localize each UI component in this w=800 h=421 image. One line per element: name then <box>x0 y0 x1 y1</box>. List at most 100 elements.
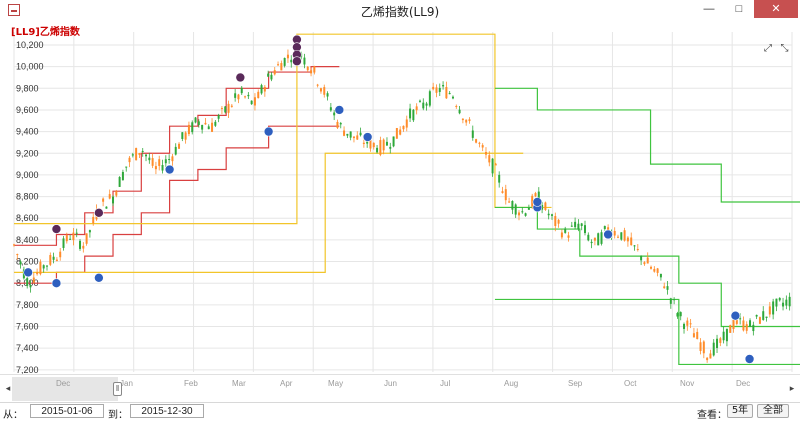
candle-body <box>194 117 197 123</box>
candle-body <box>600 232 603 244</box>
candle-body <box>154 166 157 170</box>
candle-body <box>181 132 184 139</box>
view-label: 查看： <box>697 410 727 421</box>
candle-body <box>425 103 428 106</box>
candle-body <box>775 298 778 307</box>
candle-body <box>290 59 293 63</box>
candle-body <box>656 268 659 273</box>
candle-body <box>491 158 494 174</box>
navigator-tick-jun: Jun <box>384 379 397 388</box>
candle-body <box>584 225 587 234</box>
candle-body <box>478 142 481 144</box>
candle-body <box>445 87 448 99</box>
candle-body <box>379 140 382 155</box>
candle-body <box>88 230 91 233</box>
candle-body <box>13 244 15 246</box>
candle-body <box>475 139 478 143</box>
candle-body <box>237 94 240 100</box>
candle-body <box>679 312 682 317</box>
maximize-button[interactable]: □ <box>726 0 752 18</box>
candle-body <box>412 109 415 121</box>
candle-body <box>16 254 19 256</box>
candle-body <box>435 87 438 93</box>
low-marker <box>23 267 33 278</box>
candle-body <box>659 273 662 278</box>
candle-body <box>636 248 639 250</box>
candle-body <box>151 158 154 166</box>
candle-body <box>484 151 487 155</box>
low-marker <box>532 197 543 207</box>
candle-body <box>234 93 237 98</box>
candle-body <box>138 152 141 155</box>
candle-body <box>699 342 702 351</box>
y-tick-label: 10,000 <box>16 62 44 72</box>
candle-body <box>263 86 266 92</box>
all-button[interactable]: 全部 <box>757 404 789 418</box>
candle-body <box>72 232 75 241</box>
candle-body <box>683 323 686 329</box>
to-label: 到： <box>108 410 128 421</box>
minimize-button[interactable]: — <box>696 0 722 18</box>
y-tick-label: 9,800 <box>16 83 39 93</box>
close-button[interactable]: ✕ <box>754 0 798 18</box>
candle-body <box>468 119 471 122</box>
candle-body <box>280 63 283 71</box>
link-icon[interactable]: ⤡ <box>778 43 790 55</box>
navigator-tick-apr: Apr <box>280 379 293 388</box>
navigator-handle[interactable]: ‖ <box>113 382 122 396</box>
candle-body <box>65 235 68 242</box>
candle-body <box>534 193 537 197</box>
candle-body <box>590 241 593 244</box>
y-tick-label: 10,200 <box>16 40 44 50</box>
navigator-right-arrow[interactable]: ▸ <box>786 381 798 395</box>
candle-body <box>729 325 732 333</box>
range-navigator[interactable]: Dec Jan Feb Mar Apr May Jun Jul Aug Sep Oct Nov Dec … <box>0 374 800 403</box>
candle-body <box>765 316 768 318</box>
navigator-tick-mar: Mar <box>232 379 246 388</box>
candle-body <box>112 196 115 204</box>
candle-body <box>250 100 253 105</box>
candle-body <box>267 73 270 77</box>
candle-body <box>313 66 316 73</box>
candle-body <box>630 237 633 246</box>
to-date-input[interactable]: 2015-12-30 <box>130 404 204 418</box>
candle-body <box>69 238 72 240</box>
candle-body <box>415 106 418 111</box>
chart-title: [LL9]乙烯指数 <box>11 27 80 38</box>
navigator-left-arrow[interactable]: ◂ <box>2 381 14 395</box>
candle-body <box>650 266 653 269</box>
candle-body <box>451 96 454 99</box>
navigator-tick-may: May <box>328 379 344 388</box>
y-tick-label: 9,400 <box>16 127 39 137</box>
candle-body <box>316 84 319 86</box>
candle-body <box>158 159 161 166</box>
candle-body <box>550 214 553 216</box>
candle-body <box>323 87 326 95</box>
candle-body <box>336 121 339 128</box>
low-marker <box>744 354 755 364</box>
five-year-button[interactable]: 5年 <box>727 404 753 418</box>
candle-body <box>171 156 174 162</box>
price-chart[interactable]: 10,200 10,000 9,800 9,600 9,400 9,200 9,000 8,8… <box>0 22 800 374</box>
candle-body <box>498 174 501 183</box>
candle-body <box>742 320 745 331</box>
candle-body <box>270 74 273 80</box>
from-date-input[interactable]: 2015-01-06 <box>30 404 104 418</box>
candle-body <box>749 320 752 327</box>
y-tick-label: 8,200 <box>16 257 39 267</box>
candle-body <box>257 91 260 99</box>
candle-body <box>666 286 669 290</box>
candle-body <box>197 121 200 125</box>
candle-body <box>273 70 276 75</box>
candle-body <box>214 121 217 126</box>
navigator-tick-feb: Feb <box>184 379 198 388</box>
candle-body <box>141 150 144 152</box>
candle-body <box>696 331 699 340</box>
window-titlebar: 乙烯指数(LL9) — □ ✕ <box>0 0 800 23</box>
candle-body <box>504 189 507 201</box>
navigator-tick-aug: Aug <box>504 379 519 388</box>
candle-body <box>709 353 712 359</box>
candle-body <box>253 97 256 106</box>
expand-icon[interactable]: ⤢ <box>762 43 774 55</box>
candle-body <box>762 311 765 320</box>
